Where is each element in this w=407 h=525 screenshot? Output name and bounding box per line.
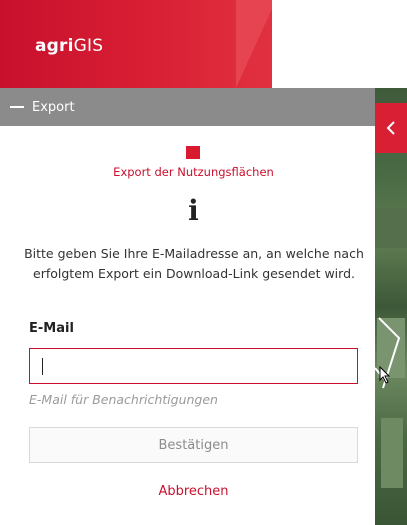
info-text: Bitte geben Sie Ihre E-Mailadresse an, a…: [24, 246, 364, 281]
text-caret: [42, 358, 43, 375]
confirm-button[interactable]: Bestätigen: [29, 427, 358, 463]
email-label: E-Mail: [29, 321, 74, 336]
minus-icon[interactable]: [10, 106, 24, 108]
mouse-cursor-icon: [379, 366, 391, 384]
panel-header-export[interactable]: Export: [0, 88, 375, 126]
chevron-left-icon: [386, 121, 395, 135]
info-icon: i: [188, 194, 199, 227]
red-square-icon: [186, 146, 200, 159]
email-field[interactable]: [29, 348, 358, 384]
logo-regular-part: GIS: [73, 36, 104, 56]
cancel-button[interactable]: Abbrechen: [0, 484, 387, 499]
panel-toggle-button[interactable]: [375, 103, 407, 153]
map-view[interactable]: [375, 88, 407, 525]
header-blank-area: [272, 0, 407, 88]
map-field: [381, 418, 403, 488]
map-parcel-outline: [375, 317, 401, 389]
app-logo[interactable]: agriGIS: [35, 36, 103, 56]
export-title: Export der Nutzungsflächen: [113, 165, 274, 179]
email-hint: E-Mail für Benachrichtigungen: [29, 392, 218, 407]
header-decoration: [236, 0, 276, 88]
logo-bold-part: agri: [35, 36, 74, 56]
confirm-button-label: Bestätigen: [158, 437, 229, 453]
panel-title: Export: [32, 99, 75, 115]
